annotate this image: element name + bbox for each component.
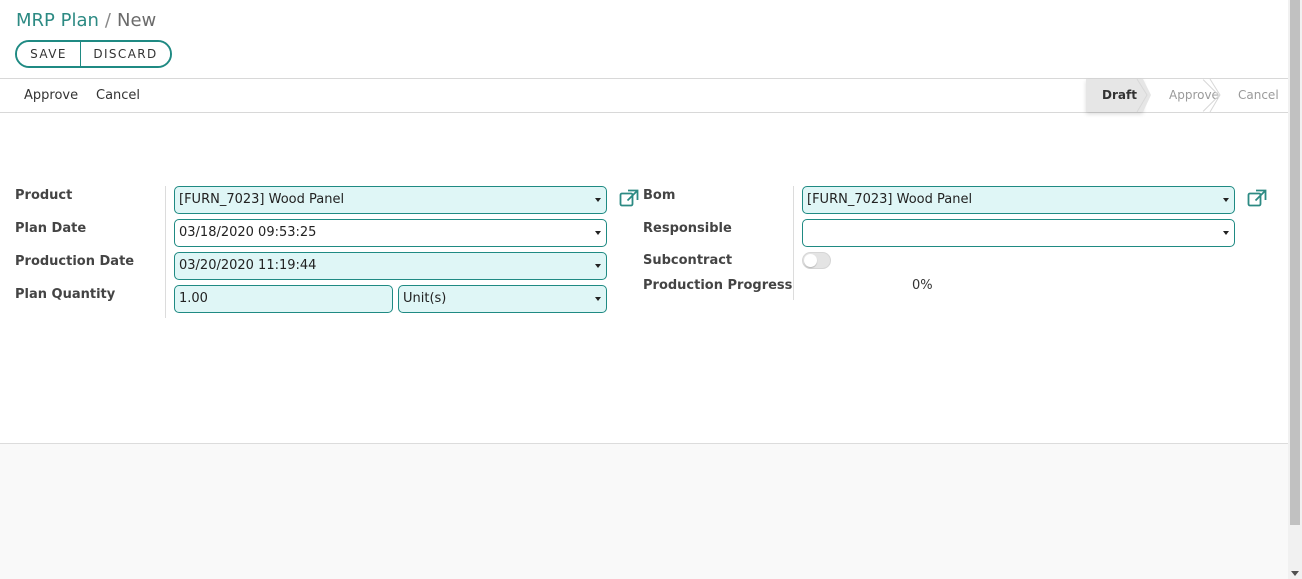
- stage-pipeline: Draft Approve Cancel: [1086, 79, 1288, 112]
- breadcrumb-separator: /: [104, 10, 111, 31]
- bom-value: [FURN_7023] Wood Panel: [807, 192, 973, 207]
- production-date-label: Production Date: [15, 254, 135, 269]
- external-link-icon[interactable]: [1247, 189, 1267, 207]
- plan-quantity-input[interactable]: 1.00: [174, 285, 393, 313]
- caret-down-icon: [595, 198, 601, 202]
- subcontract-toggle[interactable]: [802, 252, 831, 269]
- approve-button[interactable]: Approve: [24, 88, 78, 103]
- column-divider: [793, 186, 794, 300]
- breadcrumb: MRP Plan / New: [16, 10, 156, 32]
- external-link-icon[interactable]: [619, 189, 639, 207]
- production-date-value: 03/20/2020 11:19:44: [179, 258, 317, 273]
- vertical-scrollbar[interactable]: [1288, 0, 1302, 579]
- stage-divider: [1136, 79, 1148, 112]
- product-value: [FURN_7023] Wood Panel: [179, 192, 345, 207]
- production-progress-label: Production Progress: [643, 278, 793, 293]
- uom-value: Unit(s): [403, 291, 447, 306]
- scroll-down-arrow-icon[interactable]: [1291, 571, 1299, 576]
- plan-quantity-label: Plan Quantity: [15, 287, 116, 302]
- discard-button[interactable]: DISCARD: [81, 42, 170, 66]
- plan-quantity-value: 1.00: [179, 291, 208, 306]
- caret-down-icon: [595, 231, 601, 235]
- caret-down-icon: [1223, 231, 1229, 235]
- cancel-button[interactable]: Cancel: [96, 88, 140, 103]
- column-divider: [165, 186, 166, 318]
- stage-approve[interactable]: Approve: [1143, 79, 1219, 112]
- uom-select[interactable]: Unit(s): [398, 285, 607, 313]
- responsible-label: Responsible: [643, 221, 732, 236]
- caret-down-icon: [595, 264, 601, 268]
- production-progress-value: 0%: [912, 278, 933, 293]
- toggle-knob: [804, 254, 817, 267]
- scrollbar-thumb[interactable]: [1290, 0, 1300, 525]
- product-label: Product: [15, 188, 73, 203]
- chatter-area: [0, 443, 1288, 579]
- breadcrumb-parent[interactable]: MRP Plan: [16, 10, 99, 31]
- caret-down-icon: [595, 297, 601, 301]
- form-view: MRP Plan / New SAVE DISCARD Approve Cancel…: [0, 0, 1288, 579]
- subcontract-label: Subcontract: [643, 253, 733, 268]
- responsible-field[interactable]: [802, 219, 1235, 247]
- breadcrumb-current: New: [117, 10, 157, 31]
- save-button[interactable]: SAVE: [17, 42, 81, 66]
- status-bar: Approve Cancel Draft Approve Cancel: [0, 78, 1288, 113]
- product-field[interactable]: [FURN_7023] Wood Panel: [174, 186, 607, 214]
- production-date-field[interactable]: 03/20/2020 11:19:44: [174, 252, 607, 280]
- stage-divider: [1209, 79, 1221, 112]
- plan-date-value: 03/18/2020 09:53:25: [179, 225, 317, 240]
- caret-down-icon: [1223, 198, 1229, 202]
- form-buttons: SAVE DISCARD: [15, 40, 172, 68]
- plan-date-field[interactable]: 03/18/2020 09:53:25: [174, 219, 607, 247]
- bom-label: Bom: [643, 188, 676, 203]
- stage-cancel[interactable]: Cancel: [1217, 79, 1288, 112]
- plan-date-label: Plan Date: [15, 221, 87, 236]
- bom-field[interactable]: [FURN_7023] Wood Panel: [802, 186, 1235, 214]
